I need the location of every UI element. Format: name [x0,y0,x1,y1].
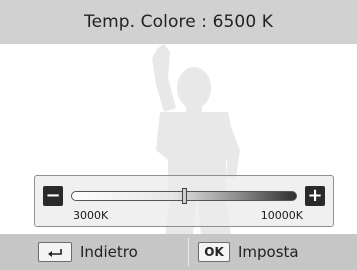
bottom-bar: Indietro OK Imposta [0,234,357,270]
set-action[interactable]: OK Imposta [198,234,299,270]
white-balance-screen: Temp. Colore : 6500 K − + 3000K 10000K I… [0,0,357,270]
back-label: Indietro [80,243,138,261]
page-title: Temp. Colore : 6500 K [83,12,274,32]
return-arrow-icon[interactable] [38,242,72,262]
min-temperature-label: 3000K [73,209,109,222]
slider-thumb[interactable] [181,188,187,204]
increase-button[interactable]: + [305,186,325,206]
title-bar: Temp. Colore : 6500 K [0,0,357,44]
back-action[interactable]: Indietro [38,234,138,270]
max-temperature-label: 10000K [260,209,303,222]
decrease-button[interactable]: − [43,186,63,206]
footer-divider [188,238,189,266]
set-label: Imposta [238,243,299,261]
color-temperature-slider-panel: − + 3000K 10000K [34,175,334,227]
ok-key[interactable]: OK [198,242,230,262]
